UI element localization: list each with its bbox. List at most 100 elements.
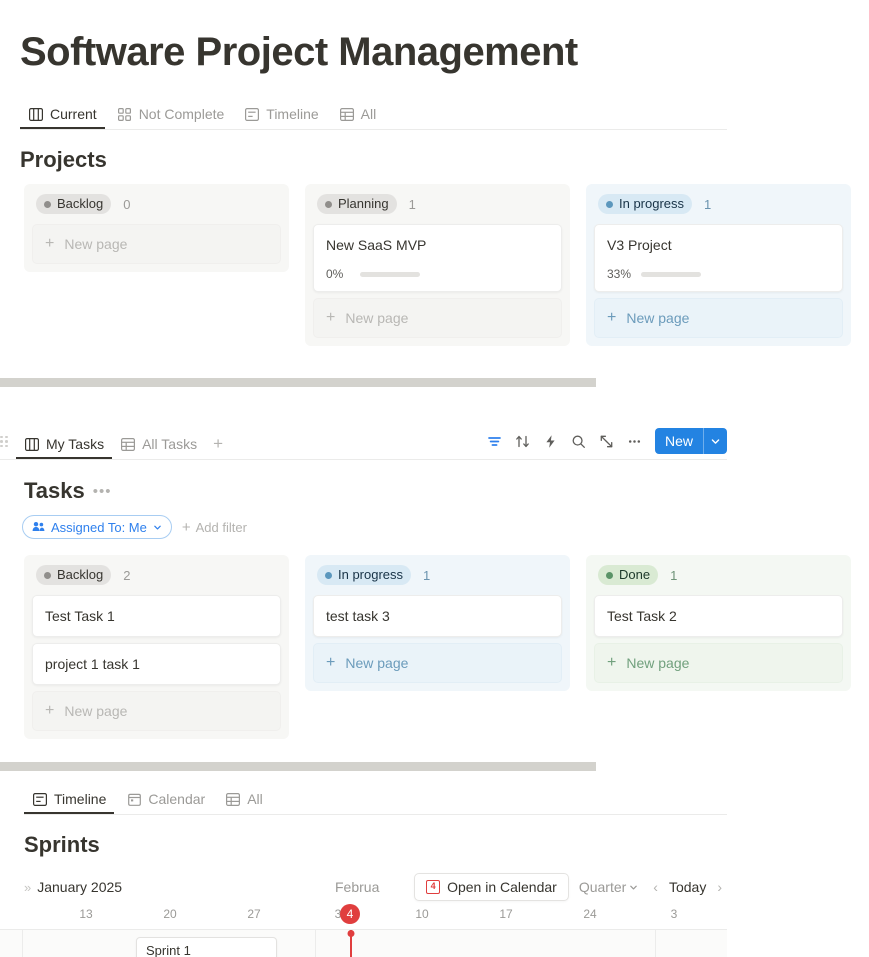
chevron-down-icon [153, 520, 162, 535]
collapse-rows-icon[interactable]: » [24, 880, 31, 895]
new-page-button[interactable]: + New page [32, 691, 281, 731]
drag-handle-icon[interactable] [0, 435, 8, 460]
progress-track [360, 271, 420, 277]
tasks-heading: Tasks [24, 478, 85, 503]
tab-all[interactable]: All [331, 106, 385, 129]
filter-chip-label: Assigned To: Me [51, 519, 147, 535]
add-view-button[interactable]: + [205, 435, 231, 459]
new-page-label: New page [345, 310, 409, 326]
calendar-icon: 4 [426, 880, 441, 894]
next-period-button[interactable]: › [712, 879, 727, 895]
tab-label: Calendar [148, 791, 206, 807]
progress-property: 33% [607, 267, 830, 281]
projects-horizontal-scrollbar[interactable] [0, 378, 596, 387]
status-dot-icon [606, 200, 613, 208]
filter-icon[interactable] [481, 428, 509, 454]
new-page-button[interactable]: + New page [594, 298, 843, 338]
tab-all[interactable]: All [217, 791, 271, 814]
sort-icon[interactable] [509, 428, 537, 454]
gallery-icon [117, 106, 133, 122]
tasks-toolbar-actions: New [481, 428, 727, 459]
timeline-icon [32, 791, 48, 807]
new-button[interactable]: New [655, 428, 703, 454]
card-count: 1 [670, 567, 678, 583]
projects-heading: Projects [20, 147, 107, 172]
task-card[interactable]: Test Task 1 [32, 595, 281, 637]
tab-all-tasks[interactable]: All Tasks [112, 436, 205, 459]
task-card[interactable]: project 1 task 1 [32, 643, 281, 685]
expand-icon[interactable] [593, 428, 621, 454]
tab-timeline[interactable]: Timeline [236, 106, 326, 129]
card-count: 1 [704, 196, 712, 212]
project-card[interactable]: V3 Project 33% [594, 224, 843, 292]
progress-track [641, 271, 701, 277]
timeline-tick: 20 [163, 907, 177, 921]
plus-icon: + [326, 654, 336, 671]
tab-label: All Tasks [142, 436, 198, 452]
task-card[interactable]: Test Task 2 [594, 595, 843, 637]
tab-current[interactable]: Current [20, 106, 105, 129]
chevron-down-icon[interactable] [703, 428, 727, 454]
new-page-button[interactable]: + New page [594, 643, 843, 683]
new-page-button[interactable]: + New page [313, 643, 562, 683]
tasks-column-in-progress: In progress 1 test task 3 + New page [305, 555, 570, 691]
app-page: Software Project Management Current Not … [0, 0, 869, 957]
status-badge[interactable]: Done [598, 565, 659, 585]
status-label: In progress [619, 196, 685, 211]
project-card[interactable]: New SaaS MVP 0% [313, 224, 562, 292]
timeline-nav-row: » January 2025 Februa 4 Open in Calendar… [24, 873, 727, 901]
plus-icon: + [607, 654, 617, 671]
timeline-grid: Sprint 1 [0, 929, 727, 957]
status-dot-icon [325, 200, 332, 208]
tab-label: Not Complete [138, 106, 225, 122]
new-page-label: New page [64, 236, 128, 252]
timeline-gridline [655, 930, 656, 957]
status-badge[interactable]: Backlog [36, 194, 112, 214]
tasks-more-icon[interactable]: ••• [93, 483, 112, 500]
timeline-month-right: Februa [335, 879, 380, 895]
today-button[interactable]: Today [665, 879, 710, 895]
task-card[interactable]: test task 3 [313, 595, 562, 637]
status-badge[interactable]: Planning [317, 194, 397, 214]
status-label: Done [619, 567, 651, 582]
board-column-planning: Planning 1 New SaaS MVP 0% + New page [305, 184, 570, 346]
tab-calendar[interactable]: Calendar [118, 791, 213, 814]
open-in-calendar-button[interactable]: 4 Open in Calendar [414, 873, 569, 901]
column-header: In progress 1 [313, 563, 562, 587]
status-dot-icon [606, 571, 613, 579]
tab-label: All [247, 791, 263, 807]
card-count: 0 [123, 196, 131, 212]
sprints-view-tabbar: Timeline Calendar All [24, 785, 727, 815]
progress-label: 0% [326, 267, 344, 281]
chevron-down-icon [629, 879, 638, 895]
sprints-heading: Sprints [24, 832, 100, 857]
status-badge[interactable]: Backlog [36, 565, 112, 585]
timeline-bar[interactable]: Sprint 1 [136, 937, 277, 957]
tasks-horizontal-scrollbar[interactable] [0, 762, 596, 771]
search-icon[interactable] [565, 428, 593, 454]
card-title: test task 3 [326, 608, 390, 624]
timeline-month-left: January 2025 [37, 879, 123, 895]
tasks-column-done: Done 1 Test Task 2 + New page [586, 555, 851, 691]
card-count: 1 [408, 196, 416, 212]
filter-chip-assigned-to-me[interactable]: Assigned To: Me [22, 515, 172, 539]
tab-timeline[interactable]: Timeline [24, 791, 114, 814]
status-dot-icon [44, 200, 51, 208]
tab-my-tasks[interactable]: My Tasks [16, 436, 112, 459]
column-header: Backlog 0 [32, 192, 281, 216]
status-badge[interactable]: In progress [598, 194, 693, 214]
add-filter-button[interactable]: + Add filter [182, 520, 247, 535]
tab-label: Current [50, 106, 97, 122]
automation-icon[interactable] [537, 428, 565, 454]
zoom-level-select[interactable]: Quarter [571, 879, 646, 895]
prev-period-button[interactable]: ‹ [648, 879, 663, 895]
new-page-button[interactable]: + New page [32, 224, 281, 264]
tab-not-complete[interactable]: Not Complete [109, 106, 233, 129]
status-badge[interactable]: In progress [317, 565, 412, 585]
card-title: V3 Project [607, 237, 672, 253]
new-page-button[interactable]: + New page [313, 298, 562, 338]
card-title: Test Task 2 [607, 608, 677, 624]
status-dot-icon [325, 571, 332, 579]
tasks-filter-row: Assigned To: Me + Add filter [22, 515, 272, 539]
more-icon[interactable] [621, 428, 649, 454]
